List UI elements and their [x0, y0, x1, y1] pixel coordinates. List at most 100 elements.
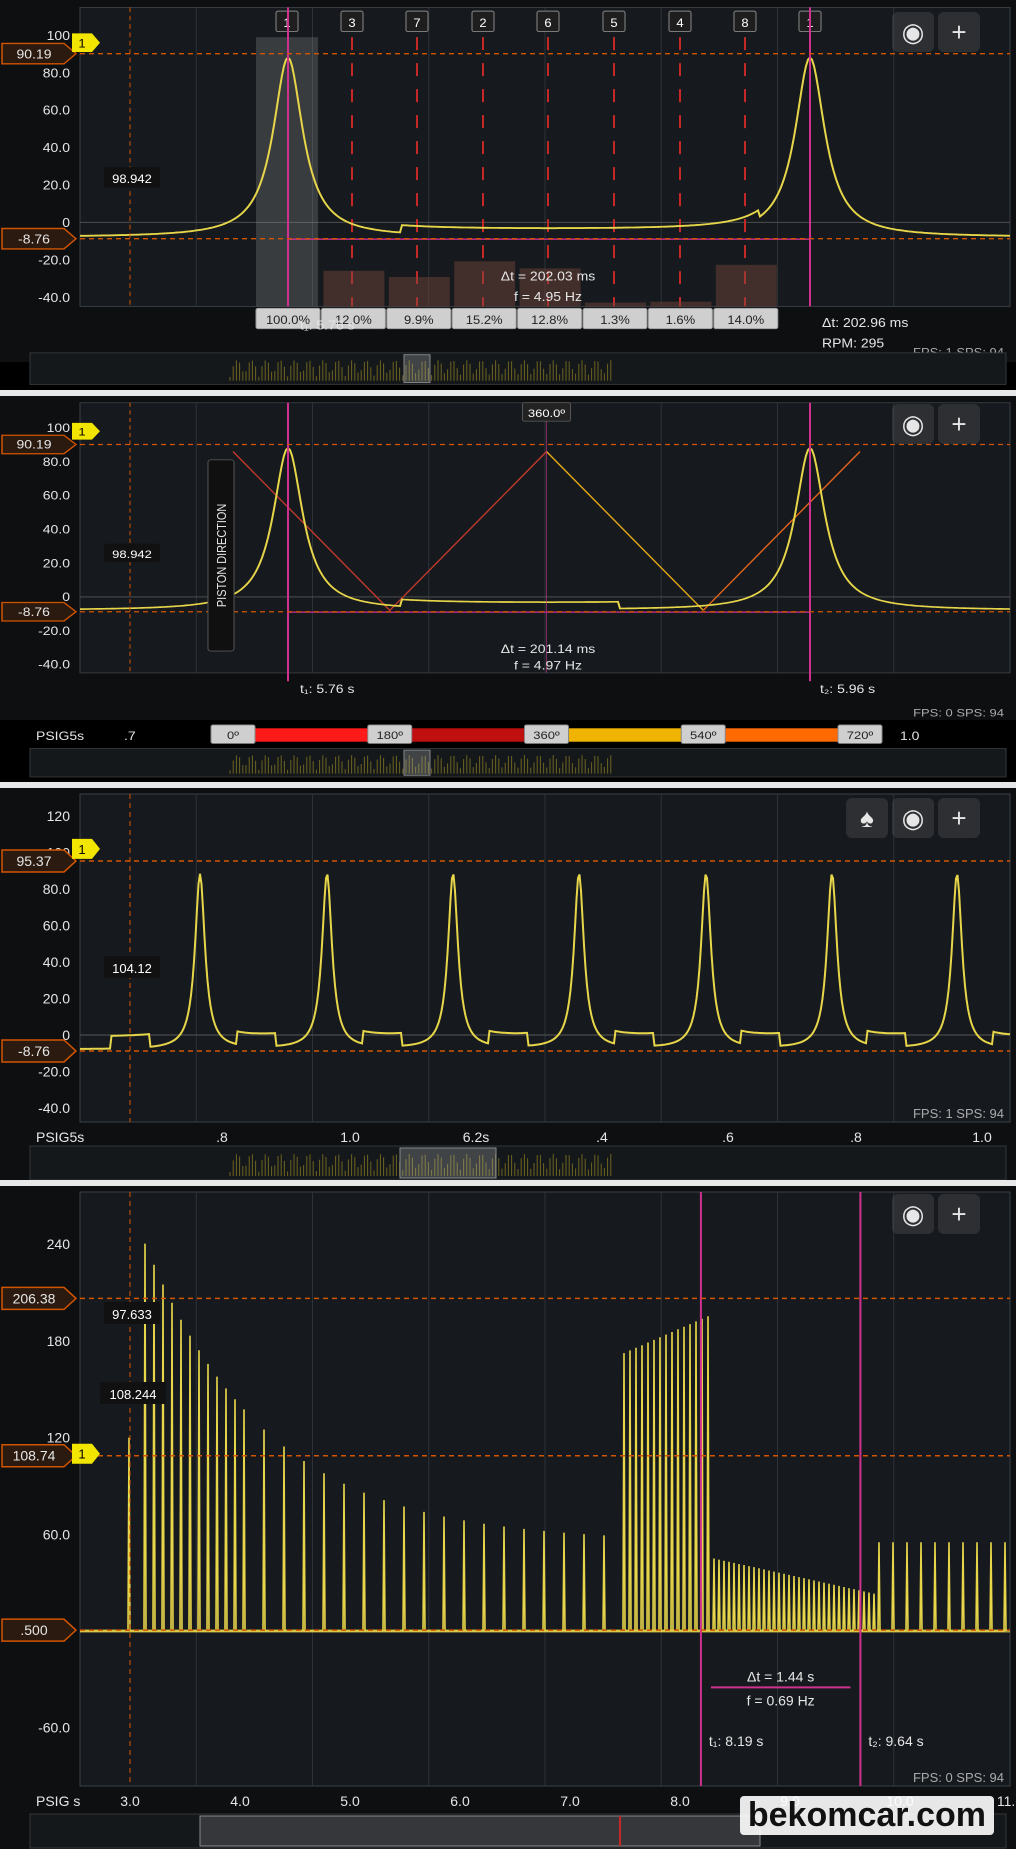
scope-panel-1: 10080.060.040.020.00-20.0-40.01372654811… [0, 0, 1016, 390]
piston-direction-label: PISTON DIRECTION [214, 504, 229, 607]
x-tick-label: 6.2s [463, 1129, 489, 1145]
y-tick-label: 40.0 [43, 954, 70, 970]
waveform-chart-4: 240 180 120 60.0 -60.0 206.38 108.74 .500 1 97.63… [0, 1186, 1016, 1849]
rpm-label: RPM: 295 [822, 336, 884, 350]
timeline-thumb [199, 1815, 761, 1847]
cursor-bottom: -8.76 [18, 1043, 50, 1059]
fps-label: FPS: 0 SPS: 94 [913, 707, 1004, 720]
eye-icon[interactable]: ◉ [892, 12, 934, 52]
cylinder-number-5: 5 [610, 16, 617, 29]
cursor-top: 90.19 [16, 47, 51, 61]
x-tick-label: 1.0 [340, 1129, 360, 1145]
angle-segment [713, 728, 850, 742]
angle-segment [556, 728, 694, 742]
angle-segment [243, 728, 380, 742]
y-tick-label: 80.0 [43, 455, 70, 469]
delta-t-label: Δt = 1.44 s [747, 1668, 814, 1684]
y-tick-label: 60.0 [43, 1526, 70, 1542]
plus-icon[interactable]: + [938, 798, 980, 838]
cursor-mid: 108.74 [13, 1448, 56, 1464]
channel-badge: 1 [78, 37, 85, 50]
y-tick-label: 120 [47, 1430, 71, 1446]
cursor-bottom: .500 [20, 1622, 47, 1638]
channel-badge: 1 [78, 425, 86, 438]
timeline-thumb [399, 1147, 497, 1179]
y-tick-label: 20.0 [43, 991, 70, 1007]
cylinder-pct-bar [650, 301, 712, 307]
y-tick-label: 180 [47, 1333, 71, 1349]
freq-label: f = 0.69 Hz [747, 1692, 815, 1708]
cursor-top: 95.37 [16, 853, 51, 869]
fps-label: FPS: 0 SPS: 94 [913, 1770, 1004, 1785]
plus-icon[interactable]: + [938, 12, 980, 52]
y-tick-label: 60.0 [43, 918, 70, 934]
cylinder-pct-4: 12.8% [531, 313, 568, 326]
angle-label-0: 0º [227, 729, 240, 742]
scope-panel-2: 100 80.0 60.0 40.0 20.0 0 -20.0 -40.0 90.19 -8.76… [0, 396, 1016, 782]
t1-label: t₁: 5.76 s [300, 682, 354, 696]
eye-icon[interactable]: ◉ [892, 1194, 934, 1234]
y-tick-label: 60.0 [43, 489, 70, 503]
y-tick-label: -20.0 [38, 253, 70, 267]
waveform-chart-1: 10080.060.040.020.00-20.0-40.01372654811… [0, 0, 1016, 385]
t2-label: t₂: 5.96 s [820, 682, 875, 696]
angle-label-4: 720º [847, 729, 874, 742]
watermark-logo: bekomcar.com [739, 1796, 994, 1835]
y-tick-label: 80.0 [43, 881, 70, 897]
scope-panel-4: 240 180 120 60.0 -60.0 206.38 108.74 .500 1 97.63… [0, 1186, 1016, 1849]
x-tick-label: 5.0 [340, 1793, 360, 1809]
y-tick-label: 100 [47, 421, 70, 435]
cylinder-number-8: 8 [741, 16, 748, 29]
bell-icon[interactable]: ♠ [846, 798, 888, 838]
freq-label: f = 4.97 Hz [514, 659, 582, 673]
timeline-thumb [403, 354, 431, 384]
cylinder-number-7: 7 [413, 16, 420, 29]
probe-label: PSIG5s [36, 1129, 84, 1145]
t1-label: t₁: 8.19 s [709, 1733, 764, 1749]
x-tick-label: .7 [124, 729, 136, 743]
y-tick-label: 20.0 [43, 556, 70, 570]
angle-segment [399, 728, 537, 742]
cylinder-pct-6: 1.6% [666, 313, 696, 326]
x-tick-label: 3.0 [120, 1793, 140, 1809]
y-tick-label: 240 [47, 1236, 71, 1252]
y-tick-label: 60.0 [43, 103, 70, 117]
x-tick-label: .8 [216, 1129, 228, 1145]
angle-label-2: 360º [533, 729, 560, 742]
probe-label: PSIG s [36, 1793, 80, 1809]
x-tick-label: 11.0 [997, 1793, 1016, 1809]
y-tick-label: 0 [62, 590, 70, 604]
readout-value: 98.942 [112, 172, 152, 185]
x-tick-label: 1.0 [972, 1129, 992, 1145]
x-tick-label: .4 [596, 1129, 608, 1145]
waveform-chart-2: 100 80.0 60.0 40.0 20.0 0 -20.0 -40.0 90.19 -8.76… [0, 396, 1016, 778]
cylinder-pct-bar [323, 270, 385, 307]
cylinder-number-3: 3 [348, 16, 355, 29]
timeline-thumb [403, 749, 431, 776]
y-tick-label: -40.0 [38, 290, 70, 304]
readout-value-a: 97.633 [112, 1307, 152, 1322]
plus-icon[interactable]: + [938, 1194, 980, 1234]
y-tick-label: 0 [62, 215, 70, 229]
cylinder-pct-5: 1.3% [600, 313, 630, 326]
cylinder-pct-bar [715, 264, 777, 307]
x-tick-label: 7.0 [560, 1793, 580, 1809]
eye-icon[interactable]: ◉ [892, 404, 934, 444]
cylinder-pct-bar [585, 302, 646, 307]
readout-value-b: 108.244 [110, 1387, 157, 1402]
y-tick-label: -20.0 [38, 624, 70, 638]
x-tick-label: 4.0 [230, 1793, 250, 1809]
x-tick-label: 1.0 [900, 729, 919, 743]
plus-icon[interactable]: + [938, 404, 980, 444]
delta-t-overlay: Δt: 202.96 ms [822, 315, 909, 329]
top-angle-label: 360.0º [528, 407, 566, 420]
delta-t-label: Δt = 201.14 ms [501, 642, 595, 656]
angle-label-1: 180º [377, 729, 404, 742]
cursor-bottom: -8.76 [18, 232, 50, 246]
readout-value: 104.12 [112, 961, 152, 976]
y-tick-label: 100 [47, 28, 70, 42]
x-tick-label: .8 [850, 1129, 862, 1145]
t2-label: t₂: 9.64 s [868, 1733, 923, 1749]
eye-icon[interactable]: ◉ [892, 798, 934, 838]
y-tick-label: -20.0 [38, 1064, 70, 1080]
